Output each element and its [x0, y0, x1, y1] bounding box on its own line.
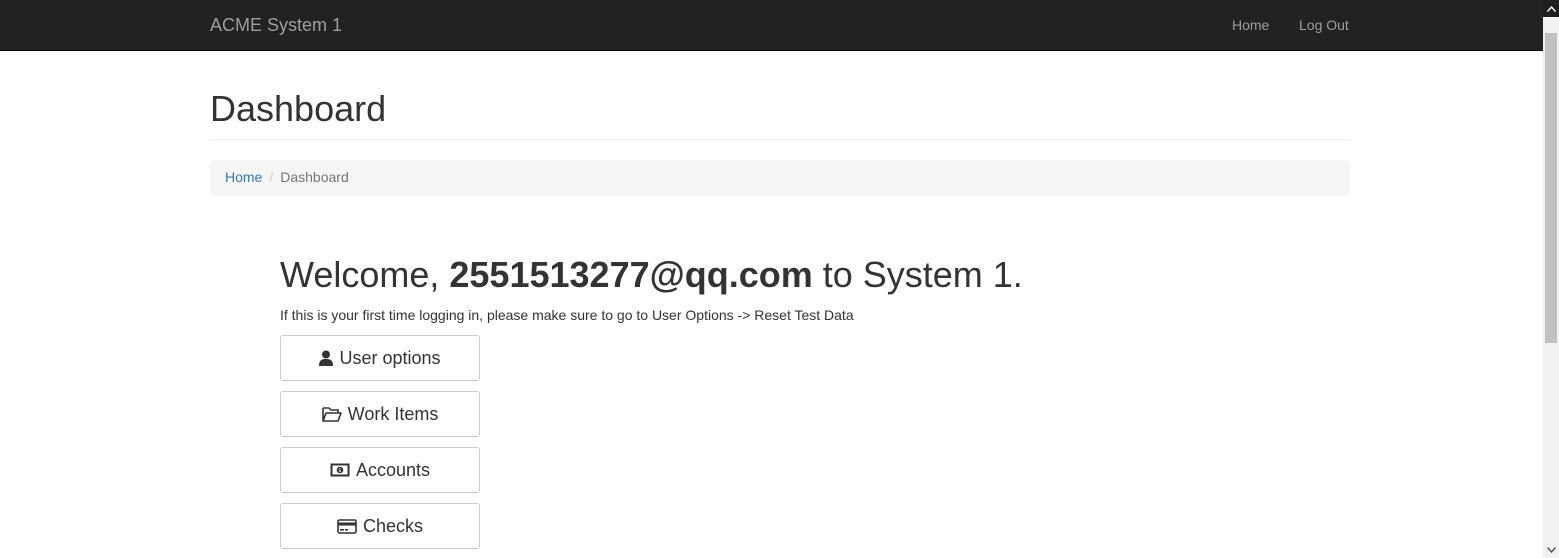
welcome-heading: Welcome, 2551513277@qq.com to System 1.	[280, 254, 1023, 296]
welcome-prefix: Welcome,	[280, 254, 450, 295]
nav-logout-link[interactable]: Log Out	[1299, 17, 1349, 33]
welcome-suffix: to System 1.	[812, 254, 1023, 295]
breadcrumb-separator: /	[269, 169, 274, 185]
svg-text:$: $	[338, 468, 341, 474]
checks-button[interactable]: Checks	[280, 503, 480, 549]
folder-open-icon	[321, 406, 342, 422]
scroll-up-arrow-icon[interactable]	[1543, 0, 1559, 17]
work-items-button[interactable]: Work Items	[280, 391, 480, 437]
user-icon	[319, 350, 334, 366]
viewport: ACME System 1 Home Log Out Dashboard Hom…	[0, 0, 1559, 558]
page-header: Dashboard	[210, 88, 1350, 140]
top-navbar: ACME System 1 Home Log Out	[0, 0, 1543, 51]
vertical-scrollbar[interactable]	[1543, 0, 1559, 558]
nav-home-link[interactable]: Home	[1232, 17, 1269, 33]
breadcrumb: Home / Dashboard	[210, 160, 1350, 196]
breadcrumb-home-link[interactable]: Home	[225, 169, 262, 185]
breadcrumb-current: Dashboard	[280, 169, 349, 185]
work-items-label: Work Items	[347, 403, 439, 424]
checks-label: Checks	[362, 515, 424, 536]
scroll-down-arrow-icon[interactable]	[1543, 541, 1559, 558]
accounts-button[interactable]: $ Accounts	[280, 447, 480, 493]
first-login-note: If this is your first time logging in, p…	[280, 307, 854, 323]
scroll-thumb[interactable]	[1545, 33, 1557, 343]
money-icon: $	[330, 463, 350, 477]
brand-link[interactable]: ACME System 1	[210, 15, 342, 36]
page-title: Dashboard	[210, 88, 387, 129]
credit-card-icon	[337, 518, 357, 534]
user-options-label: User options	[339, 347, 441, 368]
user-options-button[interactable]: User options	[280, 335, 480, 381]
accounts-label: Accounts	[355, 459, 431, 480]
welcome-user: 2551513277@qq.com	[449, 254, 813, 295]
